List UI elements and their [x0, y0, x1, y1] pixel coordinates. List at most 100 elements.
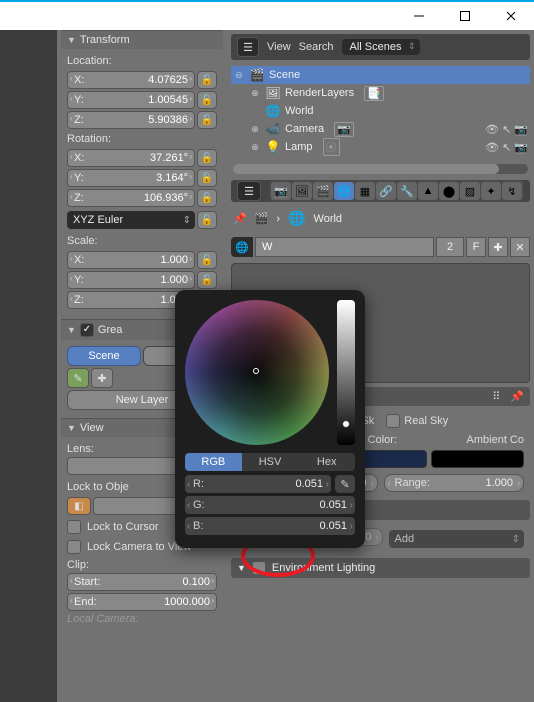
scale-x-field[interactable]: ‹X:1.000› — [67, 251, 195, 269]
tree-row-scene[interactable]: ⊖🎬Scene — [231, 66, 530, 84]
r-field[interactable]: R:0.051 — [185, 475, 331, 493]
env-enable-check[interactable] — [252, 561, 266, 575]
tree-row-world[interactable]: 🌐World — [231, 102, 530, 120]
scale-label: Scale: — [67, 233, 217, 249]
3d-viewport[interactable] — [0, 30, 57, 702]
editor-type-icon[interactable]: ☰ — [237, 37, 259, 57]
eye-icon[interactable]: 👁 — [485, 123, 499, 136]
value-cursor[interactable] — [342, 420, 350, 428]
tab-constraints[interactable]: 🔗 — [376, 182, 396, 200]
scene-button[interactable]: Scene — [67, 346, 141, 366]
pin-icon[interactable]: 📌 — [233, 212, 247, 225]
ambient-color-swatch[interactable] — [431, 450, 524, 468]
b-field[interactable]: B:0.051 — [185, 517, 355, 535]
wheel-cursor[interactable] — [253, 368, 259, 374]
close-button[interactable] — [488, 2, 534, 30]
tab-renderlayers[interactable]: 🖼 — [292, 182, 312, 200]
lock-sx-icon[interactable]: 🔓 — [197, 251, 217, 269]
g-field[interactable]: G:0.051 — [185, 496, 355, 514]
transform-header[interactable]: ▼ Transform — [61, 30, 223, 49]
rotation-mode-dropdown[interactable]: XYZ Euler — [67, 211, 195, 229]
tree-row-camera[interactable]: ⊕📹Camera📷👁↖📷 — [231, 120, 530, 138]
maximize-button[interactable] — [442, 2, 488, 30]
lock-ry-icon[interactable]: 🔓 — [197, 169, 217, 187]
range-field[interactable]: Range: 1.000 — [384, 474, 525, 492]
tab-physics[interactable]: ↯ — [502, 182, 522, 200]
lock-sy-icon[interactable]: 🔓 — [197, 271, 217, 289]
tab-modifiers[interactable]: 🔧 — [397, 182, 417, 200]
lock-to-cursor-check[interactable] — [67, 520, 81, 534]
location-z-field[interactable]: ‹Z:5.90386› — [67, 111, 195, 129]
value-slider[interactable] — [337, 300, 355, 445]
object-icon[interactable]: ◧ — [67, 497, 91, 515]
renderlayers-icon: 🖼 — [265, 85, 281, 101]
editor-type-icon[interactable]: ☰ — [237, 181, 261, 201]
render-icon[interactable]: 📷 — [514, 123, 528, 136]
rotation-y-field[interactable]: ‹Y:3.164°› — [67, 169, 195, 187]
clip-start-field[interactable]: ‹Start:0.100› — [67, 573, 217, 591]
tab-world[interactable]: 🌐 — [334, 182, 354, 200]
world-name-field[interactable]: W — [255, 237, 434, 257]
location-x-field[interactable]: ‹X:4.07625› — [67, 71, 195, 89]
breadcrumb-row: 📌 🎬 › 🌐 World — [231, 206, 530, 231]
clip-end-field[interactable]: ‹End:1000.000› — [67, 593, 217, 611]
scene-small-icon: 🎬 — [255, 212, 269, 225]
eyedropper-button[interactable]: ✎ — [335, 475, 355, 493]
eye-icon[interactable]: 👁 — [485, 141, 499, 154]
lock-z-icon[interactable]: 🔓 — [197, 111, 217, 129]
triangle-down-icon: ▼ — [67, 35, 76, 45]
search-menu[interactable]: Search — [299, 41, 334, 53]
panel-options-icon[interactable]: ⠿ — [492, 390, 500, 403]
ao-blend-dropdown[interactable]: Add — [389, 530, 525, 548]
location-y-field[interactable]: ‹Y:1.00545› — [67, 91, 195, 109]
lock-y-icon[interactable]: 🔓 — [197, 91, 217, 109]
tree-row-lamp[interactable]: ⊕💡Lamp⦿👁↖📷 — [231, 138, 530, 156]
breadcrumb-world[interactable]: World — [314, 213, 343, 225]
env-panel-header[interactable]: ▼ Environment Lighting — [231, 558, 530, 578]
remove-world-button[interactable]: ✕ — [510, 237, 530, 257]
lock-x-icon[interactable]: 🔓 — [197, 71, 217, 89]
lock-rotmode-icon[interactable]: 🔓 — [197, 211, 217, 229]
panel-title: Transform — [80, 34, 130, 46]
hex-tab[interactable]: Hex — [298, 453, 355, 471]
grease-enable-check[interactable] — [80, 323, 94, 337]
minimize-button[interactable] — [396, 2, 442, 30]
add-world-button[interactable]: ✚ — [488, 237, 508, 257]
rotation-z-field[interactable]: ‹Z:106.936°› — [67, 189, 195, 207]
display-mode-dropdown[interactable]: All Scenes — [342, 39, 420, 55]
panel-pin-icon[interactable]: 📌 — [510, 390, 524, 403]
lock-rx-icon[interactable]: 🔓 — [197, 149, 217, 167]
cursor-icon[interactable]: ↖ — [502, 123, 511, 136]
outliner-scrollbar[interactable] — [233, 164, 528, 174]
cursor-icon[interactable]: ↖ — [502, 141, 511, 154]
scale-y-field[interactable]: ‹Y:1.000› — [67, 271, 195, 289]
color-wheel[interactable] — [185, 300, 329, 445]
world-usercount[interactable]: 2 — [436, 237, 464, 257]
tab-scene[interactable]: 🎬 — [313, 182, 333, 200]
lamp-data-icon[interactable]: ⦿ — [323, 138, 340, 156]
hsv-tab[interactable]: HSV — [242, 453, 299, 471]
tab-texture[interactable]: ▨ — [460, 182, 480, 200]
draw-icon[interactable]: ✎ — [67, 368, 89, 388]
outliner-tree[interactable]: ⊖🎬Scene ⊕🖼RenderLayers📑 🌐World ⊕📹Camera📷… — [231, 64, 530, 158]
fake-user-button[interactable]: F — [466, 237, 486, 257]
lock-rz-icon[interactable]: 🔓 — [197, 189, 217, 207]
layers-extra-icon[interactable]: 📑 — [364, 86, 384, 101]
render-icon[interactable]: 📷 — [514, 141, 528, 154]
camera-data-icon[interactable]: 📷 — [334, 122, 354, 137]
tab-particles[interactable]: ✦ — [481, 182, 501, 200]
lock-camera-check[interactable] — [67, 540, 81, 554]
rotation-x-field[interactable]: ‹X:37.261°› — [67, 149, 195, 167]
tab-render[interactable]: 📷 — [271, 182, 291, 200]
world-breadcrumb-icon: 🌐 — [288, 210, 305, 227]
view-menu[interactable]: View — [267, 41, 291, 53]
tab-material[interactable]: ⬤ — [439, 182, 459, 200]
tab-data[interactable]: ▲ — [418, 182, 438, 200]
triangle-down-icon: ▼ — [67, 325, 76, 335]
tab-object[interactable]: ▦ — [355, 182, 375, 200]
world-browse-icon[interactable]: 🌐 — [231, 237, 253, 257]
real-sky-check[interactable] — [386, 414, 400, 428]
rgb-tab[interactable]: RGB — [185, 453, 242, 471]
tree-row-renderlayers[interactable]: ⊕🖼RenderLayers📑 — [231, 84, 530, 102]
add-icon[interactable]: ✚ — [91, 368, 113, 388]
